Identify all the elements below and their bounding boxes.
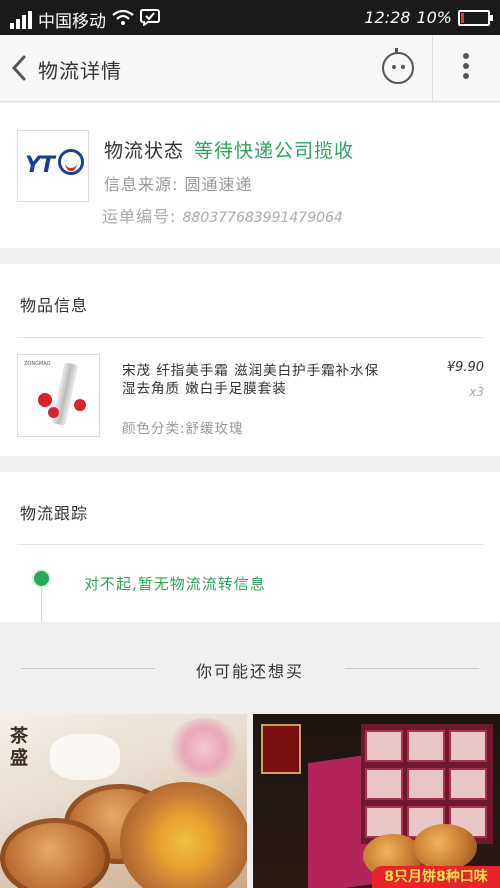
product-thumbnail[interactable]: ZONGMAO <box>17 354 100 437</box>
status-line: 物流状态 等待快递公司揽收 <box>104 136 354 163</box>
chevron-left-icon <box>11 55 26 81</box>
logistics-status-card: YT 物流状态 等待快递公司揽收 信息来源: 圆通速递 运单编号: 8803776… <box>0 103 500 248</box>
status-bar: 中国移动 12:28 10% <box>0 0 500 35</box>
status-label: 物流状态 <box>104 140 185 162</box>
waybill-number[interactable]: 880377683991479064 <box>183 210 343 226</box>
product-quantity: x3 <box>469 385 484 399</box>
promo-banner: 8只月饼8种口味 <box>372 866 500 888</box>
navigation-bar: 物流详情 <box>0 35 500 102</box>
signal-icon <box>10 10 32 29</box>
robot-face-icon[interactable] <box>382 48 414 84</box>
goods-section-title: 物品信息 <box>20 296 89 315</box>
wifi-icon <box>112 9 134 30</box>
product-price: ¥9.90 <box>446 360 484 375</box>
brand-badge <box>261 724 301 774</box>
battery-percent: 10% <box>416 8 452 27</box>
more-vertical-icon <box>463 53 469 59</box>
carrier-logo: YT <box>17 130 89 202</box>
divider <box>17 337 483 338</box>
divider <box>345 668 479 669</box>
recommend-title: 你可能还想买 <box>195 662 304 681</box>
page-title: 物流详情 <box>38 59 122 83</box>
timeline-line <box>41 588 42 622</box>
recommended-product-mooncake-2[interactable]: 8只月饼8种口味 <box>253 714 500 888</box>
product-name[interactable]: 宋茂 纤指美手霜 滋润美白护手霜补水保湿去角质 嫩白手足膜套装 <box>122 362 382 398</box>
divider <box>17 544 483 545</box>
status-value: 等待快递公司揽收 <box>194 140 355 162</box>
recommended-product-mooncake-1[interactable]: 茶盛 <box>0 714 247 888</box>
tracking-card: 物流跟踪 对不起,暂无物流流转信息 <box>0 472 500 622</box>
tracking-section-title: 物流跟踪 <box>20 504 89 523</box>
brand-label: 茶盛 <box>10 726 28 769</box>
nav-divider <box>432 35 433 102</box>
flower-decoration <box>169 718 239 778</box>
clock: 12:28 <box>364 8 411 27</box>
message-icon <box>140 8 160 31</box>
timeline-dot <box>32 569 51 588</box>
info-source: 信息来源: 圆通速递 <box>104 175 253 194</box>
product-spec: 颜色分类:舒缓玫瑰 <box>122 421 244 437</box>
recommend-header: 你可能还想买 <box>0 622 500 714</box>
more-menu-button[interactable] <box>455 53 477 83</box>
waybill-line[interactable]: 运单编号: 880377683991479064 <box>102 203 343 227</box>
carrier-name: 中国移动 <box>38 12 106 32</box>
tracking-message: 对不起,暂无物流流转信息 <box>84 575 266 593</box>
back-button[interactable] <box>8 53 32 83</box>
battery-icon <box>458 9 493 26</box>
waybill-label: 运单编号: <box>102 207 177 226</box>
goods-info-card: 物品信息 ZONGMAO 宋茂 纤指美手霜 滋润美白护手霜补水保湿去角质 嫩白手… <box>0 264 500 456</box>
gift-box-lid <box>361 724 493 844</box>
